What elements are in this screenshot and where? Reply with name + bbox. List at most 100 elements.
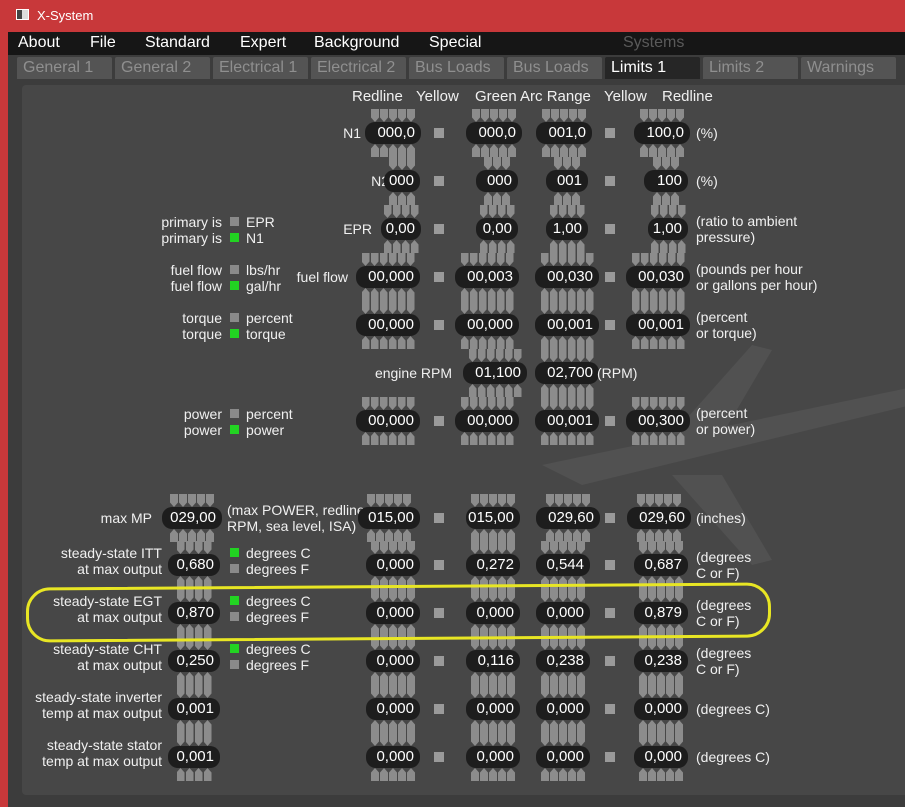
power-yellow-high-swatch[interactable] [605,416,615,426]
cht-yellow-low-swatch[interactable] [434,656,444,666]
decrement-arrows-icon[interactable] [626,432,690,445]
torque-green-low-spinner-value[interactable]: 00,000 [455,314,519,336]
increment-arrows-icon[interactable] [466,685,520,698]
tab-warnings[interactable]: Warnings [801,57,896,79]
max_mp-yellow-high-swatch[interactable] [605,513,615,523]
decrement-arrows-icon[interactable] [455,336,519,349]
increment-arrows-icon[interactable] [168,637,220,650]
n2-yellow-low-swatch[interactable] [434,176,444,186]
menu-about[interactable]: About [18,34,60,52]
increment-arrows-icon[interactable] [476,157,518,170]
inverter-input-spinner-value[interactable]: 0,001 [168,698,220,720]
increment-arrows-icon[interactable] [466,589,520,602]
cht-green-high-spinner-value[interactable]: 0,238 [536,650,590,672]
tab-bus-loads-1[interactable]: Bus Loads [409,57,504,79]
max_mp-green-high-spinner-value[interactable]: 029,60 [536,507,600,529]
decrement-arrows-icon[interactable] [626,288,690,301]
epr-redline-low-spinner-value[interactable]: 0,00 [381,218,421,240]
n2-redline-high-spinner-value[interactable]: 100 [644,170,688,192]
n1-redline-high-spinner-value[interactable]: 100,0 [634,122,690,144]
cht-green-low-spinner-value[interactable]: 0,116 [466,650,520,672]
fuel_flow-yellow-high-swatch[interactable] [605,272,615,282]
stator-redline-high-spinner-value[interactable]: 0,000 [634,746,688,768]
decrement-arrows-icon[interactable] [356,432,420,445]
tab-general-2[interactable]: General 2 [115,57,210,79]
fuel_flow-green-low-spinner-value[interactable]: 00,003 [455,266,519,288]
decrement-arrows-icon[interactable] [463,384,527,397]
decrement-arrows-icon[interactable] [466,768,520,781]
decrement-arrows-icon[interactable] [476,192,518,205]
inverter-green-high-spinner-value[interactable]: 0,000 [536,698,590,720]
itt-green-low-spinner-value[interactable]: 0,272 [466,554,520,576]
increment-arrows-icon[interactable] [634,109,690,122]
cht-redline-high-spinner-value[interactable]: 0,238 [634,650,688,672]
increment-arrows-icon[interactable] [168,589,220,602]
cht-input-spinner-value[interactable]: 0,250 [168,650,220,672]
decrement-arrows-icon[interactable] [634,672,688,685]
stator-yellow-low-swatch[interactable] [434,752,444,762]
decrement-arrows-icon[interactable] [536,768,590,781]
n2-green-low-spinner-value[interactable]: 000 [476,170,518,192]
cht-degrees-c-indicator[interactable] [230,644,239,653]
n2-green-high-spinner-value[interactable]: 001 [546,170,588,192]
decrement-arrows-icon[interactable] [634,144,690,157]
menu-expert[interactable]: Expert [240,34,286,52]
decrement-arrows-icon[interactable] [168,672,220,685]
increment-arrows-icon[interactable] [162,494,222,507]
decrement-arrows-icon[interactable] [634,576,688,589]
increment-arrows-icon[interactable] [644,157,688,170]
decrement-arrows-icon[interactable] [168,576,220,589]
egt-degrees-c-indicator[interactable] [230,596,239,605]
increment-arrows-icon[interactable] [627,494,691,507]
increment-arrows-icon[interactable] [466,733,520,746]
n2-yellow-high-swatch[interactable] [605,176,615,186]
increment-arrows-icon[interactable] [626,397,690,410]
n1-redline-low-spinner-value[interactable]: 000,0 [365,122,421,144]
tab-electrical-1[interactable]: Electrical 1 [213,57,308,79]
decrement-arrows-icon[interactable] [634,768,688,781]
max_mp-yellow-low-swatch[interactable] [434,513,444,523]
fuel_flow-yellow-low-swatch[interactable] [434,272,444,282]
percent-torque-indicator[interactable] [230,313,239,322]
increment-arrows-icon[interactable] [546,205,588,218]
stator-green-high-spinner-value[interactable]: 0,000 [536,746,590,768]
increment-arrows-icon[interactable] [535,397,599,410]
increment-arrows-icon[interactable] [546,157,588,170]
tab-bus-loads-2[interactable]: Bus Loads [507,57,602,79]
itt-green-high-spinner-value[interactable]: 0,544 [536,554,590,576]
decrement-arrows-icon[interactable] [366,720,420,733]
decrement-arrows-icon[interactable] [634,720,688,733]
fuel_flow-redline-high-spinner-value[interactable]: 00,030 [626,266,690,288]
decrement-arrows-icon[interactable] [466,672,520,685]
menu-special[interactable]: Special [429,34,481,52]
decrement-arrows-icon[interactable] [466,720,520,733]
epr-green-low-spinner-value[interactable]: 0,00 [476,218,518,240]
engine-rpm-low-spinner-value[interactable]: 01,100 [463,362,527,384]
stator-yellow-high-swatch[interactable] [605,752,615,762]
increment-arrows-icon[interactable] [455,253,519,266]
stator-input-spinner-value[interactable]: 0,001 [168,746,220,768]
increment-arrows-icon[interactable] [536,541,590,554]
torque-redline-low-spinner-value[interactable]: 00,000 [356,314,420,336]
increment-arrows-icon[interactable] [634,685,688,698]
lbs-hr-indicator[interactable] [230,265,239,274]
itt-degrees-f-indicator[interactable] [230,564,239,573]
decrement-arrows-icon[interactable] [644,192,688,205]
decrement-arrows-icon[interactable] [546,192,588,205]
increment-arrows-icon[interactable] [536,494,600,507]
n2-redline-low-spinner-value[interactable]: 000 [384,170,420,192]
decrement-arrows-icon[interactable] [536,576,590,589]
increment-arrows-icon[interactable] [536,733,590,746]
fuel_flow-redline-low-spinner-value[interactable]: 00,000 [356,266,420,288]
egt-redline-low-spinner-value[interactable]: 0,000 [366,602,420,624]
max_mp-green-low-spinner-value[interactable]: 015,00 [466,507,520,529]
n1-green-high-spinner-value[interactable]: 001,0 [536,122,592,144]
tab-limits-2[interactable]: Limits 2 [703,57,798,79]
itt-yellow-high-swatch[interactable] [605,560,615,570]
decrement-arrows-icon[interactable] [366,672,420,685]
egt-degrees-f-indicator[interactable] [230,612,239,621]
itt-yellow-low-swatch[interactable] [434,560,444,570]
max-mp-input-spinner-value[interactable]: 029,00 [162,507,222,529]
itt-input-spinner-value[interactable]: 0,680 [168,554,220,576]
decrement-arrows-icon[interactable] [466,144,522,157]
